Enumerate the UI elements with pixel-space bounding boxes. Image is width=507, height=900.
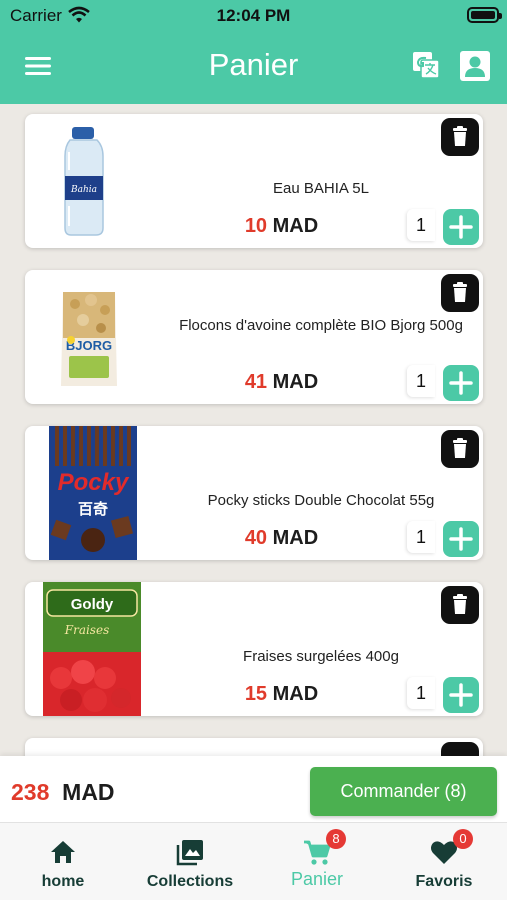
trash-icon: [453, 594, 467, 614]
tab-cart[interactable]: 8 Panier: [254, 823, 380, 900]
plus-icon: [449, 371, 473, 395]
plus-icon: [449, 215, 473, 239]
tab-label: home: [41, 873, 85, 890]
price-currency: MAD: [272, 683, 319, 705]
svg-text:Goldy: Goldy: [71, 596, 114, 613]
delete-button[interactable]: [441, 586, 479, 624]
cart-item: Pocky 百奇 Pocky sticks Double Chocolat 55…: [25, 426, 483, 560]
product-price: 15 MAD: [175, 683, 388, 706]
quantity-value: 1: [407, 677, 435, 709]
profile-icon[interactable]: [459, 50, 491, 82]
total-value: 238: [11, 779, 50, 805]
tab-home[interactable]: home: [0, 823, 126, 900]
collections-icon: [176, 840, 203, 866]
quantity-value: 1: [407, 521, 435, 553]
delete-button[interactable]: [441, 742, 479, 756]
cart-item: Goldy Fraises Fraises surgelées 400g 15 …: [25, 582, 483, 716]
product-image: BJORG: [61, 292, 117, 386]
cart-summary-bar: 238 MAD Commander (8): [0, 756, 507, 822]
svg-text:Fraises: Fraises: [64, 623, 109, 637]
increase-quantity-button[interactable]: [443, 677, 479, 713]
price-value: 15: [244, 683, 268, 705]
price-value: 10: [244, 215, 268, 237]
plus-icon: [449, 527, 473, 551]
delete-button[interactable]: [441, 274, 479, 312]
total-currency: MAD: [62, 779, 115, 805]
cart-item: Bahia Eau BAHIA 5L 10 MAD 1: [25, 114, 483, 248]
tab-collections[interactable]: Collections: [127, 823, 253, 900]
cart-badge: 8: [326, 829, 346, 849]
price-currency: MAD: [272, 371, 319, 393]
battery-icon: [467, 7, 502, 23]
product-price: 10 MAD: [175, 215, 388, 238]
delete-button[interactable]: [441, 430, 479, 468]
product-image: Pocky 百奇: [49, 426, 137, 560]
increase-quantity-button[interactable]: [443, 521, 479, 557]
translate-icon[interactable]: [412, 51, 440, 79]
cart-item-partial: [25, 738, 483, 756]
trash-icon: [453, 126, 467, 146]
tab-label: Collections: [146, 873, 234, 890]
plus-icon: [449, 683, 473, 707]
price-value: 41: [244, 371, 268, 393]
quantity-value: 1: [407, 365, 435, 397]
product-image: Goldy Fraises: [43, 582, 141, 716]
quantity-value: 1: [407, 209, 435, 241]
price-value: 40: [244, 527, 268, 549]
svg-text:Pocky: Pocky: [58, 469, 130, 496]
home-icon: [51, 841, 75, 863]
tab-favorites[interactable]: 0 Favoris: [381, 823, 507, 900]
app-header: Carrier 12:04 PM Panier: [0, 0, 507, 104]
status-bar: Carrier 12:04 PM: [0, 0, 507, 32]
product-name: Eau BAHIA 5L: [273, 180, 369, 197]
price-currency: MAD: [272, 215, 319, 237]
favorites-badge: 0: [453, 829, 473, 849]
tab-label: Panier: [290, 869, 344, 889]
increase-quantity-button[interactable]: [443, 209, 479, 245]
cart-list[interactable]: Bahia Eau BAHIA 5L 10 MAD 1 BJORG Flocon…: [0, 104, 507, 756]
price-currency: MAD: [272, 527, 319, 549]
tab-label: Favoris: [415, 873, 473, 890]
svg-text:百奇: 百奇: [78, 500, 108, 518]
increase-quantity-button[interactable]: [443, 365, 479, 401]
product-name: Flocons d'avoine complète BIO Bjorg 500g: [179, 317, 463, 334]
cart-total: 238 MAD: [11, 779, 115, 806]
tab-bar: home Collections 8 Panier 0 Favoris: [0, 822, 507, 900]
order-button[interactable]: Commander (8): [310, 767, 497, 816]
trash-icon: [453, 438, 467, 458]
product-image: Bahia: [64, 127, 104, 236]
product-name: Fraises surgelées 400g: [243, 648, 399, 665]
cart-item: BJORG Flocons d'avoine complète BIO Bjor…: [25, 270, 483, 404]
clock: 12:04 PM: [216, 6, 291, 25]
delete-button[interactable]: [441, 118, 479, 156]
trash-icon: [453, 282, 467, 302]
product-name: Pocky sticks Double Chocolat 55g: [207, 492, 435, 509]
product-price: 41 MAD: [175, 371, 388, 394]
product-price: 40 MAD: [175, 527, 388, 550]
svg-text:Bahia: Bahia: [70, 185, 97, 195]
